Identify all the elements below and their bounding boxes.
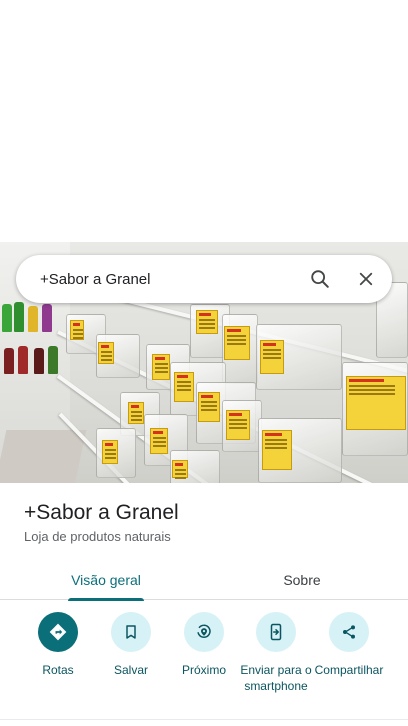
save-button[interactable]: Salvar (91, 612, 171, 678)
send-to-phone-icon[interactable] (256, 612, 296, 652)
photo-price-label (172, 460, 188, 478)
photo-bottle (28, 306, 38, 332)
photo-bottle (2, 304, 12, 332)
photo-price-label (128, 402, 144, 424)
nearby-icon[interactable] (184, 612, 224, 652)
place-tabs: Visão geral Sobre (0, 560, 408, 601)
photo-price-label (152, 354, 170, 380)
search-query[interactable]: +Sabor a Granel (40, 271, 300, 288)
divider (0, 719, 408, 720)
share-button[interactable]: Compartilhar (309, 612, 389, 678)
photo-price-label (260, 340, 284, 374)
bookmark-icon[interactable] (111, 612, 151, 652)
close-icon[interactable] (346, 259, 386, 299)
directions-icon[interactable] (38, 612, 78, 652)
photo-price-label (196, 310, 218, 334)
map-blank-area (0, 0, 408, 242)
share-label: Compartilhar (314, 663, 384, 677)
send-to-phone-button[interactable]: Enviar para o smartphone (236, 612, 316, 694)
share-icon[interactable] (329, 612, 369, 652)
search-icon[interactable] (300, 259, 340, 299)
place-category: Loja de produtos naturais (24, 529, 171, 544)
directions-button[interactable]: Rotas (18, 612, 98, 678)
photo-bottle (42, 304, 52, 332)
photo-price-label (226, 410, 250, 440)
tab-overview[interactable]: Visão geral (56, 560, 156, 601)
photo-price-label (102, 440, 118, 464)
directions-label: Rotas (42, 663, 74, 677)
photo-price-label (198, 392, 220, 422)
photo-price-label (70, 320, 84, 340)
photo-price-label (174, 372, 194, 402)
nearby-button[interactable]: Próximo (164, 612, 244, 678)
photo-bottle (4, 348, 14, 374)
photo-price-label (98, 342, 114, 364)
photo-bottle (18, 346, 28, 374)
save-label: Salvar (113, 663, 148, 677)
photo-bottle (48, 346, 58, 374)
photo-bottle (34, 348, 44, 374)
send-to-phone-label: Enviar para o smartphone (240, 663, 312, 693)
nearby-label: Próximo (181, 663, 226, 677)
photo-price-label (346, 376, 406, 430)
search-bar[interactable]: +Sabor a Granel (16, 255, 392, 303)
photo-price-label (224, 326, 250, 360)
tab-about[interactable]: Sobre (252, 560, 352, 600)
place-title: +Sabor a Granel (24, 501, 179, 524)
photo-price-label (150, 428, 168, 454)
photo-price-label (262, 430, 292, 470)
photo-floor (0, 430, 87, 483)
photo-bottle (14, 302, 24, 332)
action-bar: Rotas Salvar Próximo Enviar para o smart… (0, 612, 408, 712)
